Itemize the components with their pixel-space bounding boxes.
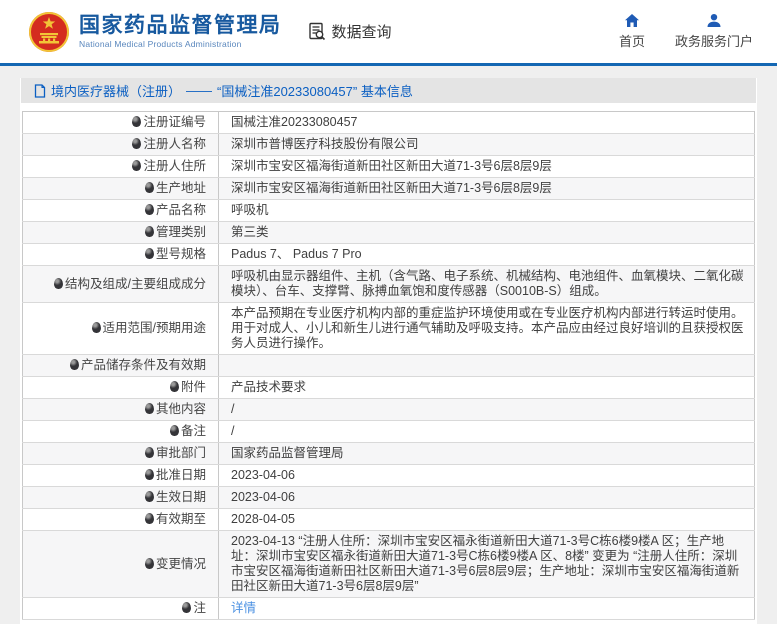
- user-icon: [706, 13, 722, 28]
- row-label: 注册人住所: [23, 156, 219, 178]
- page: 国家药品监督管理局 National Medical Products Admi…: [0, 0, 777, 624]
- row-label: 管理类别: [23, 222, 219, 244]
- row-label: 结构及组成/主要组成成分: [23, 266, 219, 303]
- header-divider: [0, 63, 777, 66]
- agency-subtitle: National Medical Products Administration: [79, 39, 282, 49]
- national-emblem-icon: [28, 11, 70, 53]
- nav-item-gov-portal[interactable]: 政务服务门户: [675, 13, 753, 50]
- breadcrumb-current: “国械注准20233080457” 基本信息: [217, 81, 413, 100]
- table-row: 附件 产品技术要求: [23, 377, 755, 399]
- row-label: 型号规格: [23, 244, 219, 266]
- row-value: 2023-04-06: [219, 465, 755, 487]
- table-row: 其他内容 /: [23, 399, 755, 421]
- table-row: 生效日期 2023-04-06: [23, 487, 755, 509]
- row-value: 深圳市宝安区福海街道新田社区新田大道71-3号6层8层9层: [219, 156, 755, 178]
- table-row: 注册人住所 深圳市宝安区福海街道新田社区新田大道71-3号6层8层9层: [23, 156, 755, 178]
- table-row: 适用范围/预期用途 本产品预期在专业医疗机构内部的重症监护环境使用或在专业医疗机…: [23, 303, 755, 355]
- details-link[interactable]: 详情: [231, 601, 256, 615]
- data-query-tab[interactable]: 数据查询: [308, 21, 392, 42]
- breadcrumb-separator: ——: [186, 83, 212, 98]
- nav-item-gov-portal-label: 政务服务门户: [675, 31, 753, 50]
- data-query-label: 数据查询: [332, 21, 392, 42]
- row-value: 呼吸机: [219, 200, 755, 222]
- content-card: 境内医疗器械（注册） —— “国械注准20233080457” 基本信息 注册证…: [20, 78, 757, 624]
- row-value: /: [219, 399, 755, 421]
- breadcrumb: 境内医疗器械（注册） —— “国械注准20233080457” 基本信息: [21, 78, 756, 103]
- row-label: 适用范围/预期用途: [23, 303, 219, 355]
- breadcrumb-section[interactable]: 境内医疗器械（注册）: [51, 81, 181, 100]
- row-value: 深圳市宝安区福海街道新田社区新田大道71-3号6层8层9层: [219, 178, 755, 200]
- row-value: 第三类: [219, 222, 755, 244]
- row-value: 2023-04-13 “注册人住所：深圳市宝安区福永街道新田大道71-3号C栋6…: [219, 531, 755, 598]
- agency-title: 国家药品监督管理局: [79, 14, 282, 38]
- row-label: 备注: [23, 421, 219, 443]
- site-header: 国家药品监督管理局 National Medical Products Admi…: [0, 0, 777, 63]
- row-value: 本产品预期在专业医疗机构内部的重症监护环境使用或在专业医疗机构内部进行转运时使用…: [219, 303, 755, 355]
- document-icon: [34, 84, 46, 98]
- table-row: 备注 /: [23, 421, 755, 443]
- table-row: 有效期至 2028-04-05: [23, 509, 755, 531]
- doc-search-icon: [308, 22, 327, 41]
- table-row: 注册证编号 国械注准20233080457: [23, 112, 755, 134]
- row-label: 有效期至: [23, 509, 219, 531]
- row-label: 其他内容: [23, 399, 219, 421]
- row-value: 深圳市普博医疗科技股份有限公司: [219, 134, 755, 156]
- row-value: 2023-04-06: [219, 487, 755, 509]
- table-row: 型号规格 Padus 7、 Padus 7 Pro: [23, 244, 755, 266]
- home-icon: [624, 13, 640, 28]
- nav-item-home[interactable]: 首页: [619, 13, 645, 50]
- row-label: 生产地址: [23, 178, 219, 200]
- table-row: 产品储存条件及有效期: [23, 355, 755, 377]
- row-label: 注: [23, 598, 219, 620]
- row-value: /: [219, 421, 755, 443]
- table-row: 产品名称 呼吸机: [23, 200, 755, 222]
- info-table-wrap: 注册证编号 国械注准20233080457 注册人名称 深圳市普博医疗科技股份有…: [21, 103, 756, 620]
- row-label: 生效日期: [23, 487, 219, 509]
- row-label: 附件: [23, 377, 219, 399]
- table-row: 变更情况 2023-04-13 “注册人住所：深圳市宝安区福永街道新田大道71-…: [23, 531, 755, 598]
- table-row: 审批部门 国家药品监督管理局: [23, 443, 755, 465]
- row-value: 2028-04-05: [219, 509, 755, 531]
- row-value: Padus 7、 Padus 7 Pro: [219, 244, 755, 266]
- table-row: 管理类别 第三类: [23, 222, 755, 244]
- top-nav: 首页 政务服务门户: [619, 13, 753, 50]
- row-label: 注册人名称: [23, 134, 219, 156]
- table-row: 生产地址 深圳市宝安区福海街道新田社区新田大道71-3号6层8层9层: [23, 178, 755, 200]
- row-value: 国家药品监督管理局: [219, 443, 755, 465]
- row-value: 国械注准20233080457: [219, 112, 755, 134]
- registration-info-table: 注册证编号 国械注准20233080457 注册人名称 深圳市普博医疗科技股份有…: [22, 111, 755, 620]
- row-label: 变更情况: [23, 531, 219, 598]
- nav-item-home-label: 首页: [619, 31, 645, 50]
- table-row: 注 详情: [23, 598, 755, 620]
- row-label: 审批部门: [23, 443, 219, 465]
- row-value: 产品技术要求: [219, 377, 755, 399]
- row-value: 呼吸机由显示器组件、主机（含气路、电子系统、机械结构、电池组件、血氧模块、二氧化…: [219, 266, 755, 303]
- table-row: 注册人名称 深圳市普博医疗科技股份有限公司: [23, 134, 755, 156]
- row-value: 详情: [219, 598, 755, 620]
- row-label: 产品储存条件及有效期: [23, 355, 219, 377]
- row-label: 产品名称: [23, 200, 219, 222]
- table-row: 结构及组成/主要组成成分 呼吸机由显示器组件、主机（含气路、电子系统、机械结构、…: [23, 266, 755, 303]
- brand-logo[interactable]: 国家药品监督管理局 National Medical Products Admi…: [28, 11, 282, 53]
- row-value: [219, 355, 755, 377]
- info-table-body: 注册证编号 国械注准20233080457 注册人名称 深圳市普博医疗科技股份有…: [23, 112, 755, 620]
- bulb-icon: [182, 602, 191, 613]
- row-label: 注册证编号: [23, 112, 219, 134]
- row-label: 批准日期: [23, 465, 219, 487]
- table-row: 批准日期 2023-04-06: [23, 465, 755, 487]
